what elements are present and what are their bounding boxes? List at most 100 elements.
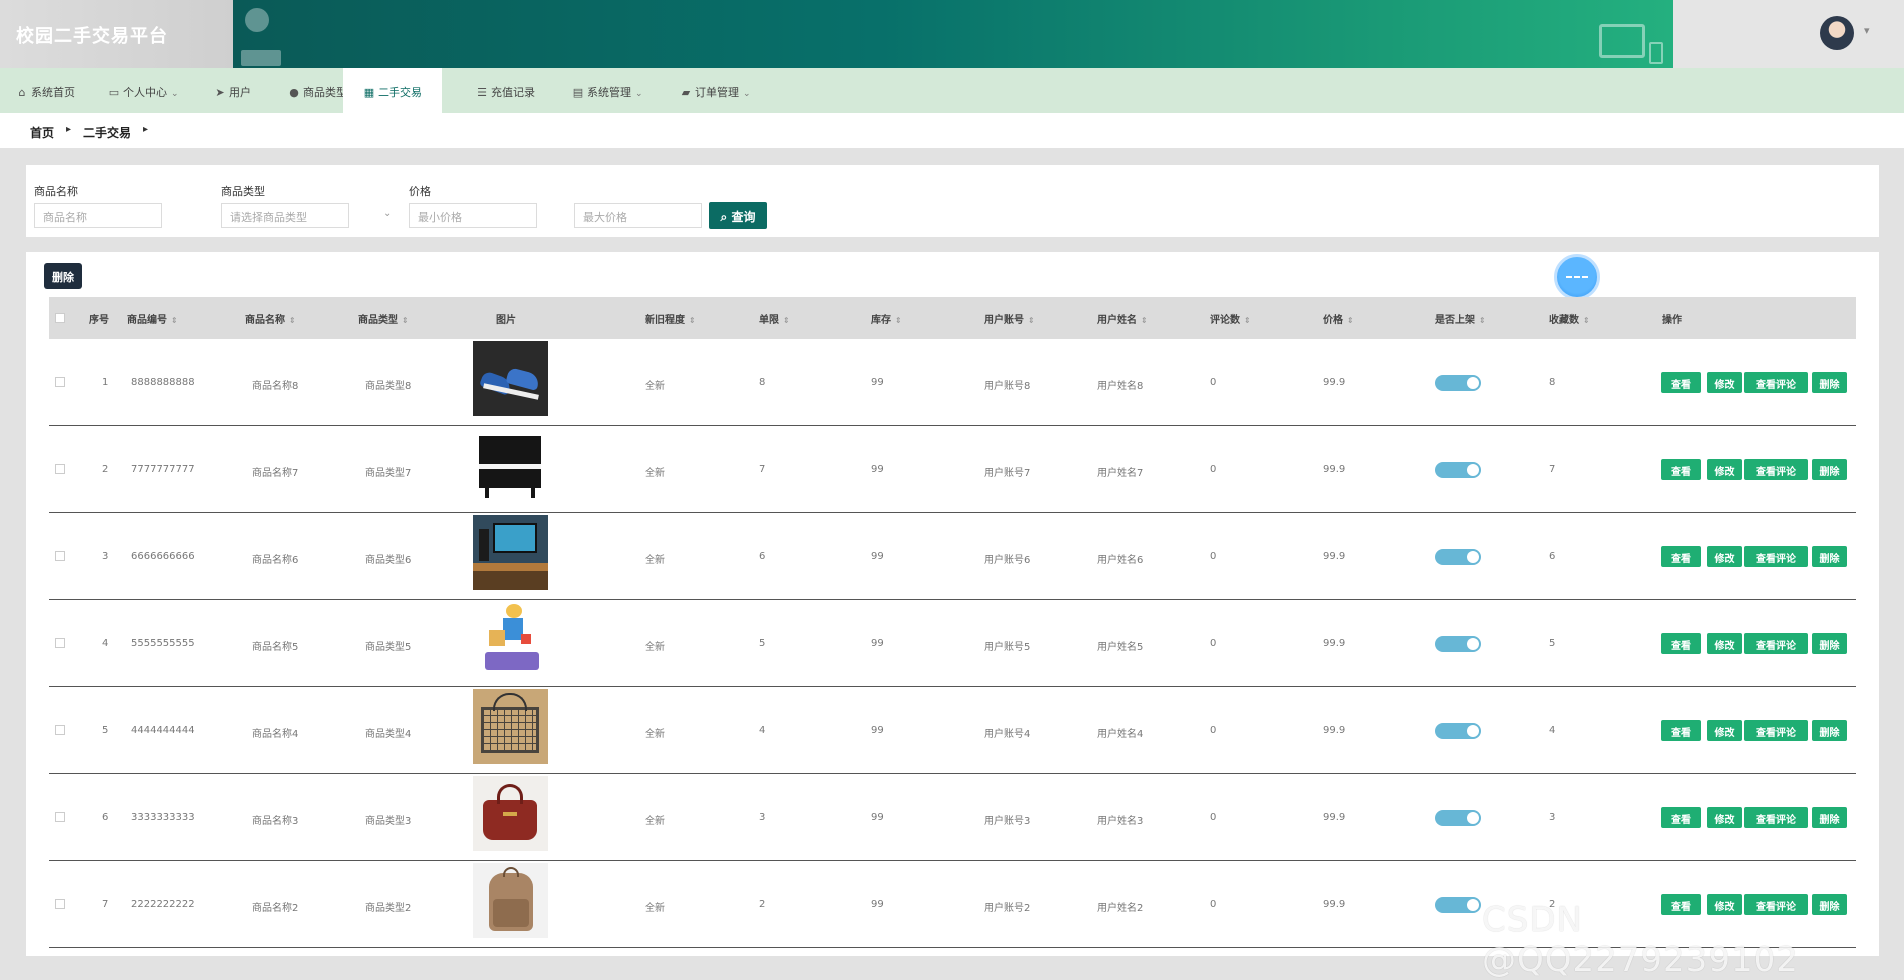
user-icon: ● (289, 86, 299, 99)
sort-icon[interactable]: ⇕ (1479, 316, 1486, 325)
column-header: 序号 (89, 311, 109, 326)
sort-icon[interactable]: ⇕ (1244, 316, 1251, 325)
column-header[interactable]: 是否上架 ⇕ (1435, 311, 1486, 326)
view-comments-button[interactable]: 查看评论 (1744, 720, 1808, 741)
nav-item-2[interactable]: ➤ 用户 (214, 68, 251, 113)
sort-icon[interactable]: ⇕ (289, 316, 296, 325)
delete-button[interactable]: 删除 (1812, 546, 1847, 567)
watermark: CSDN @QQ2279239102 (1482, 900, 1799, 980)
listed-toggle[interactable] (1435, 462, 1481, 478)
view-comments-button[interactable]: 查看评论 (1744, 633, 1808, 654)
row-checkbox[interactable] (55, 638, 65, 648)
view-comments-button[interactable]: 查看评论 (1744, 372, 1808, 393)
sort-icon[interactable]: ⇕ (783, 316, 790, 325)
row-checkbox[interactable] (55, 899, 65, 909)
view-comments-button[interactable]: 查看评论 (1744, 807, 1808, 828)
edit-button[interactable]: 修改 (1707, 546, 1742, 567)
listed-toggle[interactable] (1435, 810, 1481, 826)
cell-stock: 99 (871, 638, 884, 649)
sort-icon[interactable]: ⇕ (1583, 316, 1590, 325)
column-header-label: 收藏数 (1549, 315, 1579, 326)
listed-toggle[interactable] (1435, 375, 1481, 391)
banner-decoration-icon (245, 8, 269, 32)
cell-type: 商品类型5 (365, 642, 412, 653)
breadcrumb-home[interactable]: 首页 (30, 124, 54, 141)
sort-icon[interactable]: ⇕ (689, 316, 696, 325)
row-checkbox[interactable] (55, 551, 65, 561)
cell-favorites: 8 (1549, 377, 1556, 388)
delete-button[interactable]: 删除 (1812, 720, 1847, 741)
type-select[interactable]: 请选择商品类型 (221, 203, 349, 228)
edit-button[interactable]: 修改 (1707, 633, 1742, 654)
query-button[interactable]: ⌕ 查询 (709, 202, 767, 229)
view-button[interactable]: 查看 (1661, 372, 1701, 393)
user-avatar[interactable] (1820, 16, 1854, 50)
column-header-label: 库存 (871, 315, 891, 326)
listed-toggle[interactable] (1435, 723, 1481, 739)
view-button[interactable]: 查看 (1661, 720, 1701, 741)
cell-comments: 0 (1210, 464, 1217, 475)
floating-assistant-icon[interactable] (1554, 254, 1600, 300)
view-comments-button[interactable]: 查看评论 (1744, 546, 1808, 567)
delete-button[interactable]: 删除 (1812, 633, 1847, 654)
column-header[interactable]: 库存 ⇕ (871, 311, 902, 326)
cell-comments: 0 (1210, 812, 1217, 823)
edit-button[interactable]: 修改 (1707, 720, 1742, 741)
nav-item-6[interactable]: ▤ 系统管理 ⌄ (572, 68, 643, 113)
column-header[interactable]: 用户账号 ⇕ (984, 311, 1035, 326)
row-checkbox[interactable] (55, 725, 65, 735)
view-comments-button[interactable]: 查看评论 (1744, 459, 1808, 480)
nav-item-5[interactable]: ☰ 充值记录 (476, 68, 535, 113)
delete-button[interactable]: 删除 (1812, 459, 1847, 480)
sort-icon[interactable]: ⇕ (1028, 316, 1035, 325)
sort-icon[interactable]: ⇕ (895, 316, 902, 325)
avatar-dropdown-icon[interactable]: ▾ (1864, 24, 1870, 37)
listed-toggle[interactable] (1435, 549, 1481, 565)
edit-button[interactable]: 修改 (1707, 807, 1742, 828)
edit-button[interactable]: 修改 (1707, 459, 1742, 480)
delete-button[interactable]: 删除 (1812, 372, 1847, 393)
select-all-checkbox[interactable] (55, 313, 65, 323)
nav-item-0[interactable]: ⌂ 系统首页 (16, 68, 76, 113)
column-header[interactable]: 单限 ⇕ (759, 311, 790, 326)
max-price-input[interactable]: 最大价格 (574, 203, 702, 228)
column-header[interactable]: 评论数 ⇕ (1210, 311, 1251, 326)
row-checkbox[interactable] (55, 812, 65, 822)
delete-button[interactable]: 删除 (1812, 807, 1847, 828)
sort-icon[interactable]: ⇕ (171, 316, 178, 325)
cell-account: 用户账号4 (984, 729, 1031, 740)
chevron-down-icon[interactable]: ⌄ (383, 208, 391, 219)
nav-item-3[interactable]: ● 商品类型 (288, 68, 347, 113)
cell-no: 2 (102, 464, 109, 475)
name-input[interactable]: 商品名称 (34, 203, 162, 228)
nav-item-4[interactable]: ▦ 二手交易 (343, 68, 442, 113)
nav-item-1[interactable]: ▭ 个人中心 ⌄ (108, 68, 179, 113)
column-header[interactable]: 商品名称 ⇕ (245, 311, 296, 326)
cell-no: 1 (102, 377, 109, 388)
column-header[interactable]: 价格 ⇕ (1323, 311, 1354, 326)
min-price-input[interactable]: 最小价格 (409, 203, 537, 228)
sort-icon[interactable]: ⇕ (1141, 316, 1148, 325)
row-checkbox[interactable] (55, 377, 65, 387)
column-header[interactable]: 用户姓名 ⇕ (1097, 311, 1148, 326)
view-button[interactable]: 查看 (1661, 459, 1701, 480)
listed-toggle[interactable] (1435, 897, 1481, 913)
cell-name: 商品名称4 (252, 729, 299, 740)
view-button[interactable]: 查看 (1661, 633, 1701, 654)
column-header[interactable]: 商品类型 ⇕ (358, 311, 409, 326)
edit-button[interactable]: 修改 (1707, 372, 1742, 393)
sort-icon[interactable]: ⇕ (1347, 316, 1354, 325)
cell-comments: 0 (1210, 725, 1217, 736)
nav-item-label: 系统管理 (587, 86, 631, 99)
listed-toggle[interactable] (1435, 636, 1481, 652)
cell-no: 7 (102, 899, 109, 910)
view-button[interactable]: 查看 (1661, 807, 1701, 828)
sort-icon[interactable]: ⇕ (402, 316, 409, 325)
row-checkbox[interactable] (55, 464, 65, 474)
batch-delete-button[interactable]: 删除 (44, 263, 82, 289)
column-header[interactable]: 收藏数 ⇕ (1549, 311, 1590, 326)
column-header[interactable]: 商品编号 ⇕ (127, 311, 178, 326)
nav-item-7[interactable]: ▰ 订单管理 ⌄ (680, 68, 751, 113)
view-button[interactable]: 查看 (1661, 546, 1701, 567)
column-header[interactable]: 新旧程度 ⇕ (645, 311, 696, 326)
